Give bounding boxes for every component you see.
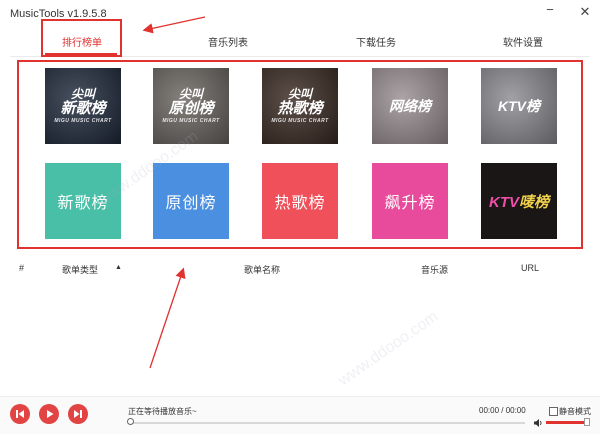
- chart-tile-title: 飙升榜: [384, 195, 436, 212]
- progress-track[interactable]: [130, 422, 525, 424]
- column-header-source[interactable]: 音乐源: [421, 263, 448, 277]
- chart-tile-hot-songs[interactable]: 尖叫 热歌榜 MIGU MUSIC CHART: [262, 68, 338, 144]
- column-header-url[interactable]: URL: [521, 263, 539, 277]
- volume-track[interactable]: [546, 421, 586, 424]
- previous-icon: [16, 410, 24, 418]
- chart-tile-new-songs[interactable]: 尖叫 新歌榜 MIGU MUSIC CHART: [45, 68, 121, 144]
- chart-tile-title: 热歌榜: [274, 195, 326, 212]
- minimize-icon[interactable]: −: [543, 3, 557, 17]
- chart-tile-network[interactable]: 网络榜: [372, 68, 448, 144]
- chart-tile-subtitle: MIGU MUSIC CHART: [271, 117, 329, 124]
- next-button[interactable]: [68, 404, 88, 424]
- now-playing-text: 正在等待播放音乐~: [128, 407, 197, 416]
- chart-tile-title-ktv: KTV: [488, 193, 519, 211]
- tab-settings[interactable]: 软件设置: [503, 34, 543, 49]
- tab-downloads[interactable]: 下载任务: [356, 34, 396, 49]
- speaker-icon: [534, 419, 542, 427]
- chart-tile-subtitle: MIGU MUSIC CHART: [162, 117, 220, 124]
- chart-tile-tag: 尖叫: [70, 87, 95, 102]
- column-header-type[interactable]: 歌单类型: [62, 263, 98, 277]
- sort-up-icon[interactable]: ▲: [115, 264, 122, 271]
- chart-tile-original[interactable]: 尖叫 原创榜 MIGU MUSIC CHART: [153, 68, 229, 144]
- annotation-arrow-list: [149, 267, 186, 369]
- chart-tile-tag: 尖叫: [178, 87, 203, 102]
- chart-tile-title: KTV榜: [498, 97, 540, 114]
- chart-tile-title: 网络榜: [389, 97, 431, 114]
- play-button[interactable]: [39, 404, 59, 424]
- chart-tile-tag: 尖叫: [287, 87, 312, 102]
- close-icon[interactable]: ✕: [578, 5, 592, 19]
- chart-tile-title: 新歌榜: [60, 99, 106, 117]
- tab-music-list[interactable]: 音乐列表: [208, 34, 248, 49]
- chart-tile-title: 原创榜: [165, 195, 217, 212]
- column-header-name[interactable]: 歌单名称: [244, 263, 280, 277]
- chart-tile-original-flat[interactable]: 原创榜: [153, 163, 229, 239]
- time-display: 00:00 / 00:00: [479, 406, 526, 415]
- chart-tile-hot-songs-flat[interactable]: 热歌榜: [262, 163, 338, 239]
- previous-button[interactable]: [10, 404, 30, 424]
- chart-tile-title: 原创榜: [168, 99, 214, 117]
- next-icon: [74, 410, 82, 418]
- player-bar: [0, 396, 600, 434]
- volume-handle[interactable]: [584, 418, 590, 426]
- annotation-box-tab: [41, 19, 122, 57]
- chart-tile-new-songs-flat[interactable]: 新歌榜: [45, 163, 121, 239]
- chart-tile-title-mai: 唛榜: [518, 193, 549, 211]
- mute-checkbox[interactable]: [549, 407, 558, 416]
- progress-handle[interactable]: [127, 418, 134, 425]
- chart-tile-subtitle: MIGU MUSIC CHART: [54, 117, 112, 124]
- play-icon: [47, 410, 54, 418]
- watermark: www.ddooo.com: [335, 307, 442, 390]
- chart-tile-rising[interactable]: 飙升榜: [372, 163, 448, 239]
- chart-tile-ktv[interactable]: KTV榜: [481, 68, 557, 144]
- mute-label: 静音模式: [559, 407, 591, 416]
- chart-tile-title: 热歌榜: [277, 99, 323, 117]
- chart-tile-ktv-flat[interactable]: KTV唛榜: [481, 163, 557, 239]
- chart-tile-title: 新歌榜: [57, 195, 109, 212]
- column-header-index[interactable]: #: [19, 263, 24, 277]
